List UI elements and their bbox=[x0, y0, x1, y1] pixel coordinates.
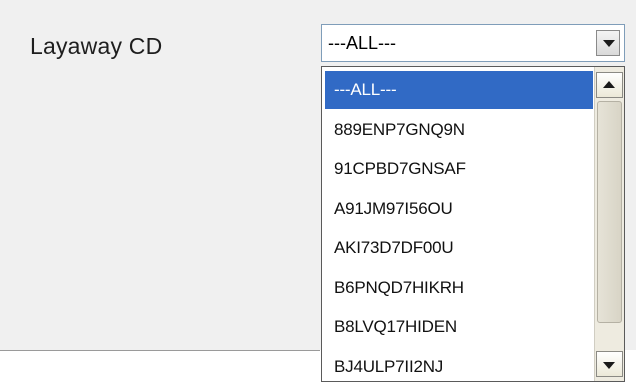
dropdown-option-all[interactable]: ---ALL--- bbox=[325, 71, 593, 109]
arrow-up-icon bbox=[603, 81, 615, 88]
layaway-cd-select[interactable]: ---ALL--- bbox=[321, 24, 625, 62]
dropdown-option[interactable]: B8LVQ17HIDEN bbox=[325, 308, 593, 346]
dropdown-option[interactable]: A91JM97I56OU bbox=[325, 190, 593, 228]
select-current-value: ---ALL--- bbox=[328, 33, 396, 53]
dropdown-option[interactable]: 91CPBD7GNSAF bbox=[325, 150, 593, 188]
dropdown-option[interactable]: BJ4ULP7II2NJ bbox=[325, 348, 593, 381]
scroll-up-button[interactable] bbox=[596, 72, 623, 98]
dropdown-option[interactable]: 889ENP7GNQ9N bbox=[325, 111, 593, 149]
dropdown-list[interactable]: ---ALL--- 889ENP7GNQ9N 91CPBD7GNSAF A91J… bbox=[321, 66, 625, 382]
chevron-down-icon bbox=[603, 40, 615, 47]
arrow-down-icon bbox=[603, 362, 615, 369]
dropdown-toggle-button[interactable] bbox=[596, 30, 620, 56]
layaway-cd-label: Layaway CD bbox=[30, 33, 163, 59]
dropdown-option[interactable]: B6PNQD7HIKRH bbox=[325, 269, 593, 307]
scrollbar-thumb[interactable] bbox=[597, 101, 622, 323]
panel-divider bbox=[0, 350, 320, 351]
dropdown-option[interactable]: AKI73D7DF00U bbox=[325, 229, 593, 267]
dropdown-scrollbar[interactable] bbox=[594, 67, 624, 381]
scroll-down-button[interactable] bbox=[596, 351, 623, 377]
